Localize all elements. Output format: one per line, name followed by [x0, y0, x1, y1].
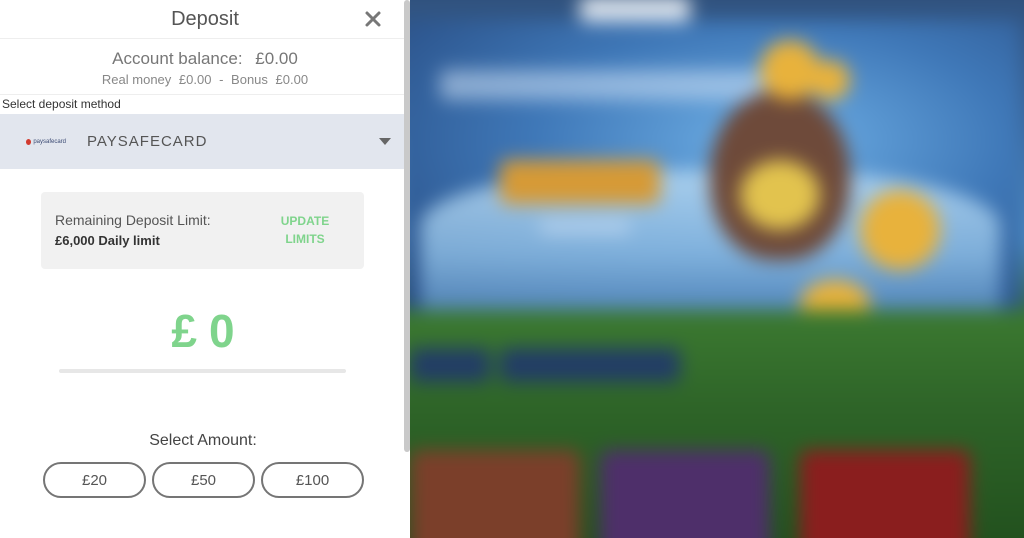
- close-button[interactable]: [362, 8, 384, 30]
- deposit-method-label: Select deposit method: [2, 97, 121, 111]
- amount-button-20[interactable]: £20: [43, 462, 146, 498]
- deposit-limit-box: Remaining Deposit Limit: £6,000 Daily li…: [41, 192, 364, 269]
- chevron-down-icon[interactable]: [379, 138, 391, 145]
- balance-label: Account balance:: [112, 49, 243, 68]
- bonus-label: Bonus: [231, 72, 268, 87]
- amount-button-50[interactable]: £50: [152, 462, 255, 498]
- deposit-method-name: PAYSAFECARD: [87, 133, 208, 150]
- select-amount-label: Select Amount:: [149, 432, 257, 449]
- balance-breakdown: Real money £0.00 - Bonus £0.00: [0, 72, 410, 87]
- deposit-title: Deposit: [171, 8, 239, 30]
- amount-underline: [59, 369, 346, 373]
- balance-separator: -: [219, 72, 224, 87]
- close-icon: [365, 11, 381, 27]
- real-money-label: Real money: [101, 72, 172, 87]
- method-logo-text: paysafecard: [33, 139, 66, 145]
- panel-scrollbar[interactable]: [404, 0, 410, 452]
- update-limits-link[interactable]: UPDATE LIMITS: [267, 212, 343, 248]
- real-money-value: £0.00: [178, 72, 212, 87]
- deposit-amount-display[interactable]: £0: [0, 304, 406, 358]
- deposit-panel: Deposit Account balance: £0.00 Real mone…: [0, 0, 410, 538]
- amount-value: 0: [209, 305, 235, 357]
- bonus-value: £0.00: [275, 72, 309, 87]
- update-limits-line1: UPDATE: [280, 214, 330, 228]
- update-limits-line2: LIMITS: [285, 232, 325, 246]
- balance-line: Account balance: £0.00: [0, 49, 410, 69]
- paysafecard-logo: paysafecard: [26, 137, 66, 147]
- amount-button-100[interactable]: £100: [261, 462, 364, 498]
- account-balance: Account balance: £0.00 Real money £0.00 …: [0, 39, 410, 95]
- limit-value: £6,000 Daily limit: [55, 233, 160, 248]
- limit-title: Remaining Deposit Limit:: [55, 212, 211, 228]
- balance-value: £0.00: [255, 49, 298, 68]
- deposit-header: Deposit: [0, 0, 410, 39]
- amount-currency: £: [171, 305, 197, 357]
